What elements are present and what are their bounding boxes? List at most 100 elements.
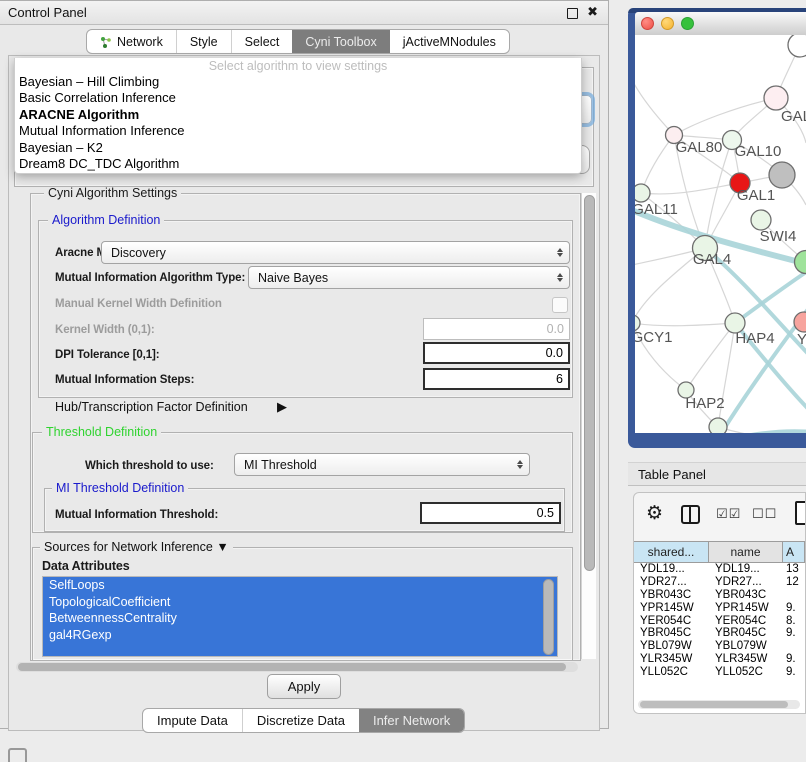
columns-icon[interactable] <box>681 505 700 524</box>
table-cell[interactable]: YER054C <box>634 615 709 628</box>
table-row[interactable]: YLL052CYLL052C9. <box>634 666 805 675</box>
table-row[interactable]: YDR27...YDR27...12 <box>634 576 805 589</box>
table-cell[interactable]: YBR043C <box>709 589 783 602</box>
zoom-window-icon[interactable] <box>681 17 694 30</box>
table-cell[interactable] <box>783 640 805 653</box>
table-cell[interactable]: 8. <box>783 615 805 628</box>
tab-impute-data[interactable]: Impute Data <box>143 709 242 732</box>
table-cell[interactable]: YDL19... <box>709 563 783 576</box>
close-panel-icon[interactable]: ✖ <box>587 4 598 20</box>
select-all-icon[interactable]: ☑☑ <box>716 506 741 522</box>
table-cell[interactable]: YER054C <box>709 615 783 628</box>
algorithm-option-5[interactable]: Bayesian – K2 <box>15 140 581 156</box>
mi-steps-input[interactable] <box>423 368 570 390</box>
gear-icon[interactable]: ⚙ <box>646 502 663 525</box>
table-cell[interactable]: 9. <box>783 602 805 615</box>
network-graph[interactable]: GALGAL80GAL10GAL1GAL11SWI4GAL4GCY1HAP4YH… <box>635 35 806 433</box>
settings-hscrollbar-thumb[interactable] <box>18 663 566 671</box>
column-header-2[interactable]: name <box>709 542 783 562</box>
combobox-stepper-icon <box>517 460 523 469</box>
minimize-window-icon[interactable] <box>661 17 674 30</box>
table-row[interactable]: YLR345WYLR345W9. <box>634 653 805 666</box>
collapsed-panel-icon[interactable] <box>8 748 27 762</box>
table-cell[interactable]: YPR145W <box>634 602 709 615</box>
table-cell[interactable]: 9. <box>783 653 805 666</box>
algorithm-option-2[interactable]: Basic Correlation Inference <box>15 90 581 106</box>
deselect-all-icon[interactable]: ☐☐ <box>752 506 777 522</box>
tab-jactivemnodules[interactable]: jActiveMNodules <box>390 30 509 53</box>
network-node-node-partial-top[interactable] <box>788 35 806 57</box>
table-cell[interactable]: YPR145W <box>709 602 783 615</box>
table-cell[interactable]: YDR27... <box>634 576 709 589</box>
data-attributes-list[interactable]: SelfLoopsTopologicalCoefficientBetweenne… <box>42 576 558 657</box>
tab-network[interactable]: Network <box>87 30 176 53</box>
table-cell[interactable] <box>783 589 805 602</box>
table-cell[interactable]: YLR345W <box>709 653 783 666</box>
attribute-item-1[interactable]: SelfLoops <box>43 577 557 594</box>
table-cell[interactable]: 9. <box>783 666 805 675</box>
attribute-item-4[interactable]: gal4RGexp <box>43 627 557 644</box>
list-scrollbar-thumb[interactable] <box>543 579 554 655</box>
mi-algorithm-type-combobox[interactable]: Naive Bayes <box>248 266 570 289</box>
table-row[interactable]: YER054CYER054C8. <box>634 615 805 628</box>
aracne-mode-combobox[interactable]: Discovery <box>101 241 570 264</box>
network-node-GAL[interactable] <box>764 86 788 110</box>
table-cell[interactable]: YBR045C <box>709 627 783 640</box>
algorithm-option-6[interactable]: Dream8 DC_TDC Algorithm <box>15 156 581 172</box>
tab-discretize-data[interactable]: Discretize Data <box>242 709 359 732</box>
table-row[interactable]: YDL19...YDL19...13 <box>634 563 805 576</box>
table-row[interactable]: YBR045CYBR045C9. <box>634 627 805 640</box>
mi-threshold-input[interactable] <box>420 502 561 524</box>
table-cell[interactable]: 13 <box>783 563 805 576</box>
attribute-item-5[interactable] <box>43 643 557 657</box>
algorithm-option-4[interactable]: Mutual Information Inference <box>15 123 581 139</box>
table-cell[interactable]: YLR345W <box>634 653 709 666</box>
table-cell[interactable]: YBL079W <box>634 640 709 653</box>
which-threshold-combobox[interactable]: MI Threshold <box>234 453 530 476</box>
table-cell[interactable]: YBR045C <box>634 627 709 640</box>
close-window-icon[interactable] <box>641 17 654 30</box>
tab-select[interactable]: Select <box>231 30 293 53</box>
table-cell[interactable]: 9. <box>783 627 805 640</box>
network-node-node-partial-bottom[interactable] <box>709 418 727 433</box>
tab-cyni-toolbox-label: Cyni Toolbox <box>305 35 376 49</box>
attribute-item-3[interactable]: BetweennessCentrality <box>43 610 557 627</box>
attribute-item-2[interactable]: TopologicalCoefficient <box>43 594 557 611</box>
table-hscrollbar-track[interactable] <box>638 700 800 709</box>
table-cell[interactable]: YLL052C <box>634 666 709 675</box>
algorithm-option-3[interactable]: ARACNE Algorithm <box>15 107 581 123</box>
document-icon[interactable] <box>795 501 806 525</box>
settings-hscrollbar-track[interactable] <box>16 662 578 672</box>
manual-kernel-width-checkbox[interactable] <box>552 297 568 313</box>
network-canvas[interactable]: GALGAL80GAL10GAL1GAL11SWI4GAL4GCY1HAP4YH… <box>635 35 806 433</box>
table-cell[interactable]: YBR043C <box>634 589 709 602</box>
network-node-GAL11[interactable] <box>635 184 650 202</box>
table-row[interactable]: YBR043CYBR043C <box>634 589 805 602</box>
table-cell[interactable]: 12 <box>783 576 805 589</box>
dpi-tolerance-input[interactable] <box>423 342 570 364</box>
network-node-SWI4[interactable] <box>751 210 771 230</box>
tab-cyni-toolbox[interactable]: Cyni Toolbox <box>292 30 389 53</box>
column-header-1[interactable]: shared... <box>634 542 709 562</box>
table-hscrollbar-thumb[interactable] <box>640 701 788 708</box>
expand-arrow-icon[interactable]: ▶ <box>277 399 287 415</box>
tab-infer-network[interactable]: Infer Network <box>359 709 464 732</box>
column-header-3[interactable]: A <box>783 542 805 562</box>
network-window-titlebar[interactable] <box>635 12 806 36</box>
algorithm-option-1[interactable]: Bayesian – Hill Climbing <box>15 74 581 90</box>
network-view-window[interactable]: GALGAL80GAL10GAL1GAL11SWI4GAL4GCY1HAP4YH… <box>628 8 806 448</box>
apply-button[interactable]: Apply <box>267 674 341 699</box>
network-node-node-gray[interactable] <box>769 162 795 188</box>
table-cell[interactable]: YDR27... <box>709 576 783 589</box>
settings-vscrollbar-thumb[interactable] <box>584 195 595 571</box>
tab-style[interactable]: Style <box>176 30 231 53</box>
table-row[interactable]: YPR145WYPR145W9. <box>634 602 805 615</box>
table-cell[interactable]: YLL052C <box>709 666 783 675</box>
settings-vscrollbar-track[interactable] <box>581 193 596 659</box>
network-node-Y-salmon[interactable] <box>794 312 806 332</box>
table-cell[interactable]: YDL19... <box>634 563 709 576</box>
table-cell[interactable]: YBL079W <box>709 640 783 653</box>
collapse-arrow-icon[interactable]: ▼ <box>216 540 228 554</box>
float-panel-icon[interactable] <box>567 8 578 19</box>
table-row[interactable]: YBL079WYBL079W <box>634 640 805 653</box>
